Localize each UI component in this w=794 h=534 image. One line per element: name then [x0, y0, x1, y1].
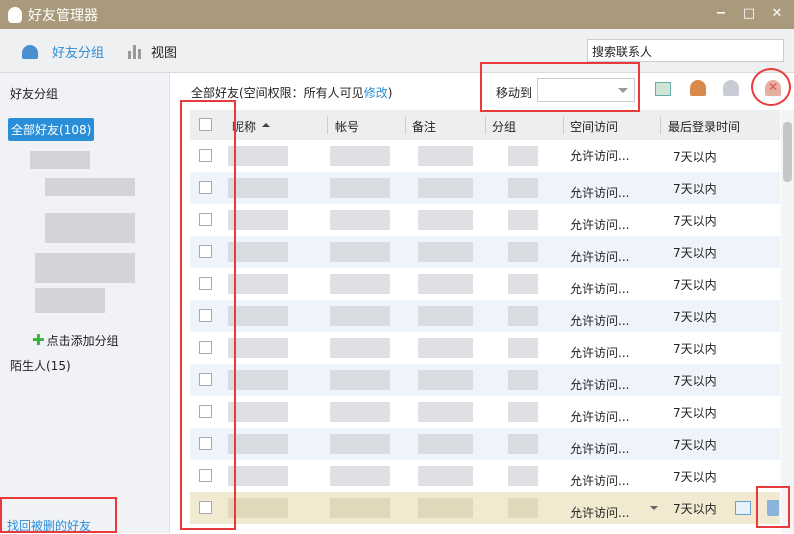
last-login-cell: 7天以内: [673, 374, 717, 388]
last-login-cell: 7天以内: [673, 310, 717, 324]
space-access-cell: 允许访问...: [570, 282, 630, 296]
table-row[interactable]: 允许访问... 7天以内: [190, 364, 780, 396]
add-group-label: 点击添加分组: [46, 333, 119, 348]
space-access-cell: 允许访问...: [570, 250, 630, 264]
plus-icon: ✚: [32, 331, 45, 349]
column-space-access[interactable]: 空间访问: [570, 118, 618, 135]
table-row[interactable]: 允许访问... 7天以内: [190, 460, 780, 492]
tab-friend-groups[interactable]: 好友分组: [22, 42, 104, 61]
annotation-box: [180, 100, 236, 530]
annotation-box: [756, 486, 790, 528]
column-account[interactable]: 帐号: [335, 118, 359, 135]
table-row[interactable]: 允许访问... 7天以内: [190, 332, 780, 364]
column-last-login[interactable]: 最后登录时间: [668, 118, 740, 135]
last-login-cell: 7天以内: [673, 246, 717, 260]
annotation-box: [480, 62, 640, 112]
space-access-cell: 允许访问...: [570, 314, 630, 328]
table-row[interactable]: 允许访问... 7天以内: [190, 428, 780, 460]
space-access-cell: 允许访问...: [570, 149, 630, 163]
table-row[interactable]: 允许访问... 7天以内: [190, 300, 780, 332]
title-text: 全部好友(空间权限：所有人可见: [191, 86, 364, 100]
space-access-cell: 允许访问...: [570, 346, 630, 360]
toolbar: 好友分组 视图 搜索联系人: [0, 29, 794, 73]
last-login-cell: 7天以内: [673, 502, 717, 516]
title-bar: 好友管理器 − □ ✕: [0, 0, 794, 29]
sidebar: 好友分组 全部好友(108) ✚ 点击添加分组 陌生人(15) 找回被删的好友: [0, 73, 170, 533]
last-login-cell: 7天以内: [673, 214, 717, 228]
space-access-cell: 允许访问...: [570, 506, 630, 520]
list-title: 全部好友(空间权限：所有人可见修改): [191, 84, 392, 101]
chevron-down-icon[interactable]: [650, 506, 658, 514]
annotation-circle: [751, 68, 791, 106]
last-login-cell: 7天以内: [673, 342, 717, 356]
last-login-cell: 7天以内: [673, 150, 717, 164]
sidebar-heading: 好友分组: [10, 87, 59, 101]
profile-card-icon[interactable]: [735, 501, 751, 515]
last-login-cell: 7天以内: [673, 470, 717, 484]
title-suffix: ): [387, 86, 393, 100]
permission-icon[interactable]: [723, 80, 739, 96]
tab-view[interactable]: 视图: [128, 42, 177, 61]
search-input[interactable]: 搜索联系人: [587, 39, 784, 62]
tab-label: 视图: [151, 46, 178, 61]
annotation-box: [0, 497, 117, 533]
space-access-cell: 允许访问...: [570, 410, 630, 424]
space-access-cell: 允许访问...: [570, 378, 630, 392]
last-login-cell: 7天以内: [673, 406, 717, 420]
space-access-cell: 允许访问...: [570, 442, 630, 456]
qq-logo-icon: [8, 6, 22, 23]
window-title: 好友管理器: [28, 7, 98, 24]
space-access-cell: 允许访问...: [570, 186, 630, 200]
maximize-button[interactable]: □: [741, 6, 757, 22]
table-row[interactable]: 允许访问... 7天以内: [190, 204, 780, 236]
scrollbar-thumb[interactable]: [783, 122, 792, 182]
column-note[interactable]: 备注: [412, 118, 436, 135]
scrollbar[interactable]: [781, 110, 794, 533]
table-row[interactable]: 允许访问... 7天以内: [190, 268, 780, 300]
table-row[interactable]: 允许访问... 7天以内: [190, 396, 780, 428]
edit-remark-icon[interactable]: [655, 82, 671, 96]
table-row[interactable]: 允许访问... 7天以内: [190, 172, 780, 204]
close-button[interactable]: ✕: [769, 6, 785, 22]
users-icon: [22, 44, 38, 59]
last-login-cell: 7天以内: [673, 278, 717, 292]
table-row[interactable]: 允许访问... 7天以内: [190, 236, 780, 268]
space-access-cell: 允许访问...: [570, 474, 630, 488]
space-access-cell: 允许访问...: [570, 218, 630, 232]
table-header: 昵称 帐号 备注 分组 空间访问 最后登录时间: [190, 110, 780, 140]
bar-chart-icon: [128, 44, 141, 59]
sort-asc-icon: [262, 119, 270, 127]
add-group-button[interactable]: ✚ 点击添加分组: [32, 331, 119, 349]
table-row[interactable]: 允许访问... 7天以内: [190, 492, 780, 524]
modify-link[interactable]: 修改: [364, 86, 388, 100]
column-group[interactable]: 分组: [492, 118, 516, 135]
sidebar-item-strangers[interactable]: 陌生人(15): [10, 357, 71, 374]
last-login-cell: 7天以内: [673, 438, 717, 452]
table-row[interactable]: 允许访问... 7天以内: [190, 140, 780, 172]
minimize-button[interactable]: −: [713, 6, 729, 22]
tab-label: 好友分组: [52, 46, 105, 61]
sidebar-item-all-friends[interactable]: 全部好友(108): [8, 118, 95, 141]
last-login-cell: 7天以内: [673, 182, 717, 196]
add-friend-icon[interactable]: [690, 80, 706, 96]
